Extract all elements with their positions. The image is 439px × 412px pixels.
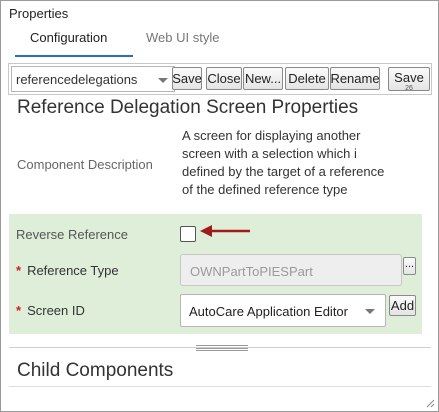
component-description-text: A screen for displaying another screen w… bbox=[182, 127, 417, 199]
save-button[interactable]: Save bbox=[172, 67, 202, 90]
save-version-button[interactable]: Save 26 bbox=[388, 67, 430, 91]
splitter-grip-handle[interactable] bbox=[196, 345, 248, 351]
browse-button[interactable]: ... bbox=[403, 257, 416, 275]
screen-id-label-text: Screen ID bbox=[27, 303, 85, 318]
screen-id-value: AutoCare Application Editor bbox=[189, 304, 348, 319]
screen-id-label: * Screen ID bbox=[16, 303, 85, 318]
component-select[interactable]: referencedelegations bbox=[11, 66, 175, 92]
divider bbox=[9, 386, 431, 387]
toolbar: referencedelegations Save Close New... D… bbox=[8, 63, 432, 95]
reference-type-label: * Reference Type bbox=[16, 263, 119, 278]
child-components-title: Child Components bbox=[17, 360, 174, 381]
add-button[interactable]: Add bbox=[389, 295, 416, 316]
rename-button[interactable]: Rename bbox=[330, 67, 380, 90]
reverse-reference-label: Reverse Reference bbox=[16, 227, 128, 242]
save-version-label: Save bbox=[394, 70, 424, 85]
close-button[interactable]: Close bbox=[206, 67, 242, 90]
delete-button[interactable]: Delete bbox=[285, 67, 329, 90]
reference-type-label-text: Reference Type bbox=[27, 263, 119, 278]
reference-type-input[interactable]: OWNPartToPIESPart bbox=[180, 254, 402, 286]
active-tab-indicator bbox=[15, 55, 133, 57]
new-button[interactable]: New... bbox=[243, 67, 283, 90]
panel-title: Properties bbox=[9, 6, 69, 21]
chevron-down-icon bbox=[365, 309, 375, 314]
component-select-value: referencedelegations bbox=[16, 72, 138, 87]
description-line: defined by the target of a reference bbox=[182, 164, 385, 179]
reverse-reference-checkbox[interactable] bbox=[180, 226, 196, 242]
arrow-left-icon bbox=[200, 225, 250, 237]
description-line: of the defined reference type bbox=[182, 182, 348, 197]
save-version-sub: 26 bbox=[405, 85, 413, 91]
screen-id-select[interactable]: AutoCare Application Editor bbox=[180, 294, 386, 327]
resize-grip-icon[interactable] bbox=[425, 398, 435, 408]
tab-configuration[interactable]: Configuration bbox=[30, 30, 107, 45]
required-marker: * bbox=[16, 263, 22, 278]
section-title: Reference Delegation Screen Properties bbox=[17, 97, 359, 118]
chevron-down-icon bbox=[158, 78, 168, 83]
description-line: screen with a selection which i bbox=[182, 146, 357, 161]
tab-web-ui-style[interactable]: Web UI style bbox=[146, 30, 219, 45]
required-marker: * bbox=[16, 303, 22, 318]
component-description-label: Component Description bbox=[17, 157, 153, 172]
description-line: A screen for displaying another bbox=[182, 128, 361, 143]
